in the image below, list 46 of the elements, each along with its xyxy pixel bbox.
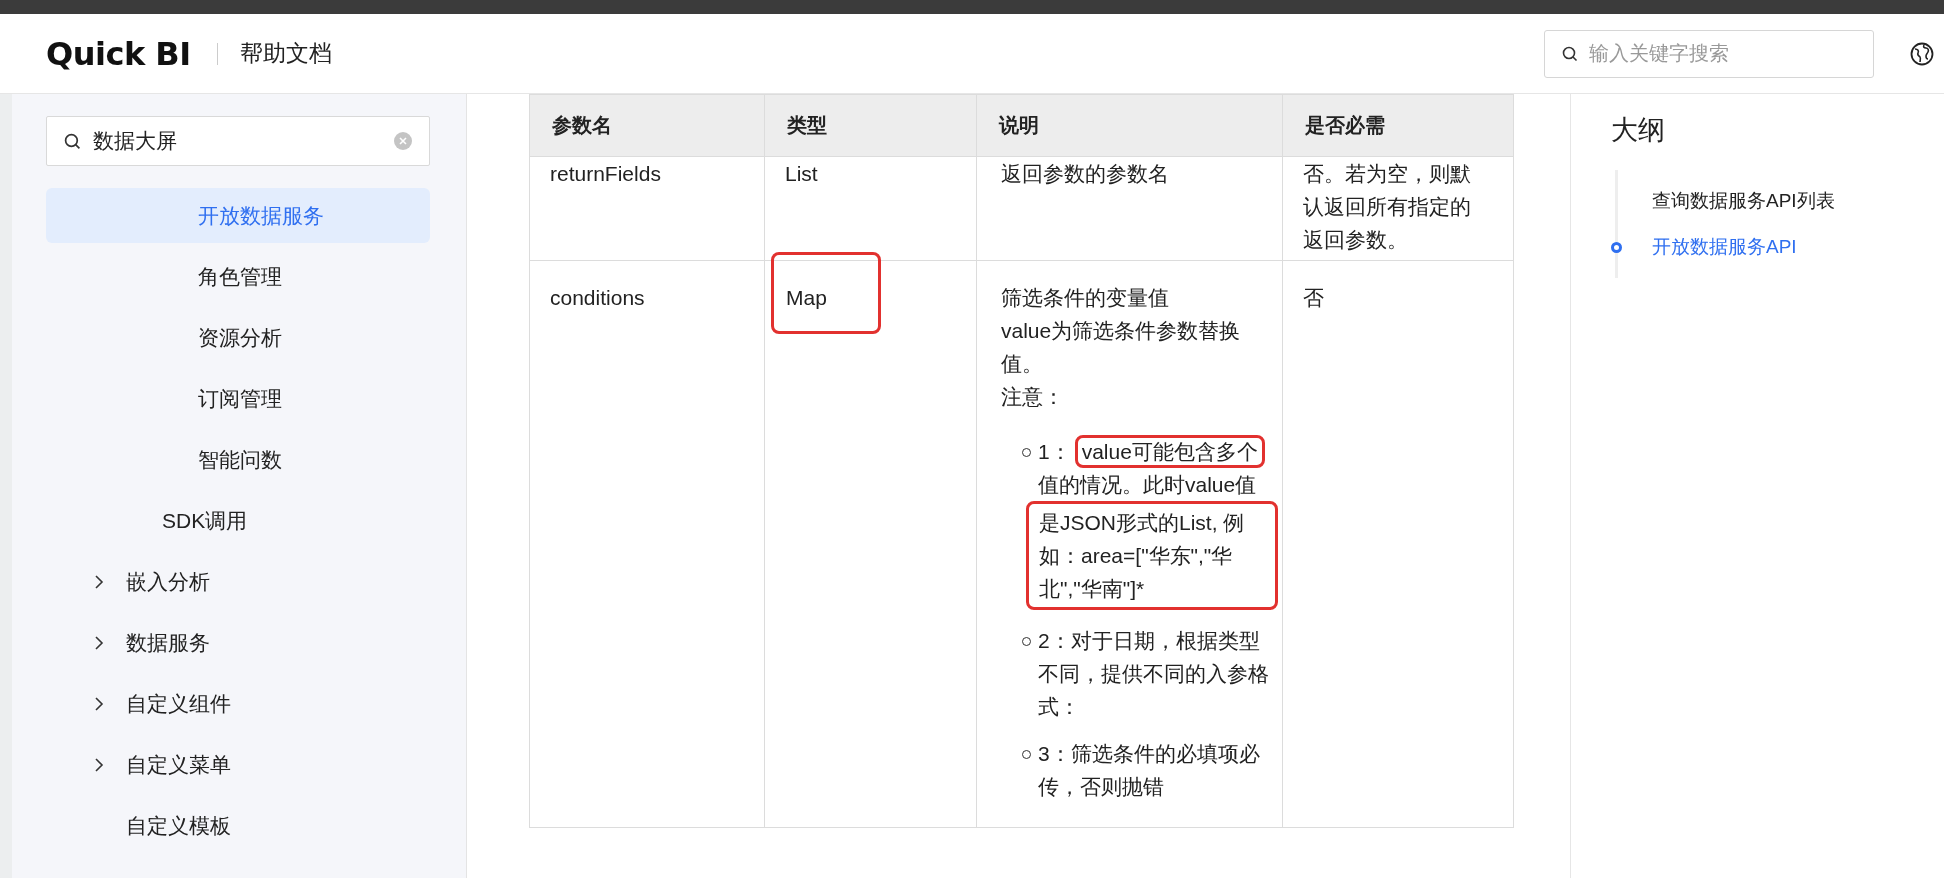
cell-text: 筛选条件的变量值 bbox=[1001, 285, 1170, 311]
chevron-right-icon[interactable] bbox=[94, 634, 104, 651]
search-icon bbox=[1562, 45, 1578, 62]
highlight-box: value可能包含多个 bbox=[1074, 435, 1265, 468]
cell-text: value为筛选条件参数替换值。 bbox=[1001, 318, 1242, 377]
sidebar-item[interactable]: 自定义菜单 bbox=[46, 737, 430, 792]
note-text: 1： bbox=[1038, 440, 1071, 463]
chevron-right-icon[interactable] bbox=[94, 573, 104, 590]
outline-item[interactable]: 开放数据服务API bbox=[1611, 224, 1944, 270]
sidebar-item[interactable]: SDK调用 bbox=[46, 493, 430, 548]
sidebar-item[interactable]: 数据服务 bbox=[46, 615, 430, 670]
site-title: 帮助文档 bbox=[239, 39, 332, 68]
column-header: 类型 bbox=[764, 94, 977, 157]
cell-text: conditions bbox=[550, 285, 646, 311]
highlight-box: Map bbox=[771, 252, 881, 334]
chevron-right-icon[interactable] bbox=[94, 695, 104, 712]
chevron-right-icon[interactable] bbox=[94, 756, 104, 773]
sidebar-item[interactable]: 自定义组件 bbox=[46, 676, 430, 731]
sidebar-item[interactable]: 角色管理 bbox=[46, 249, 430, 304]
sidebar-item[interactable]: 资源分析 bbox=[46, 310, 430, 365]
outline-item[interactable]: 查询数据服务API列表 bbox=[1611, 178, 1944, 224]
sidebar-item[interactable]: 订阅管理 bbox=[46, 371, 430, 426]
column-header: 说明 bbox=[976, 94, 1283, 157]
sidebar-item[interactable]: 嵌入分析 bbox=[46, 554, 430, 609]
cell-text: returnFields bbox=[550, 161, 662, 187]
sidebar-item[interactable]: 开放数据服务 bbox=[46, 188, 430, 243]
cell-text: List bbox=[785, 161, 819, 187]
cell-text: 返回参数的参数名 bbox=[1001, 161, 1170, 187]
column-header: 参数名 bbox=[529, 94, 765, 157]
cell-text: 注意： bbox=[1001, 384, 1065, 410]
cell-text: 否 bbox=[1303, 285, 1325, 311]
cell-text: 否。若为空，则默认返回所有指定的返回参数。 bbox=[1303, 161, 1472, 253]
note-text: 值的情况。此时value值 bbox=[1038, 472, 1258, 498]
active-dot-icon bbox=[1611, 241, 1622, 253]
search-field[interactable]: 数据大屏 bbox=[46, 116, 430, 166]
sidebar-item[interactable]: 自定义模板 bbox=[46, 798, 430, 853]
column-header: 是否必需 bbox=[1282, 94, 1514, 157]
outline-title: 大纲 bbox=[1611, 114, 1666, 147]
note-text: 2：对于日期，根据类型不同，提供不同的入参格式： bbox=[1038, 629, 1269, 718]
search-field[interactable]: 输入关键字搜索 bbox=[1544, 29, 1874, 78]
sidebar-item[interactable]: 智能问数 bbox=[46, 432, 430, 487]
search-icon bbox=[64, 133, 81, 150]
note-text: 3：筛选条件的必填项必传，否则抛错 bbox=[1038, 742, 1260, 798]
logo[interactable]: Quick BI bbox=[46, 34, 191, 73]
highlight-box: 是JSON形式的List, 例如：area=["华东","华北","华南"]* bbox=[1026, 501, 1278, 610]
globe-icon[interactable] bbox=[1910, 41, 1934, 66]
